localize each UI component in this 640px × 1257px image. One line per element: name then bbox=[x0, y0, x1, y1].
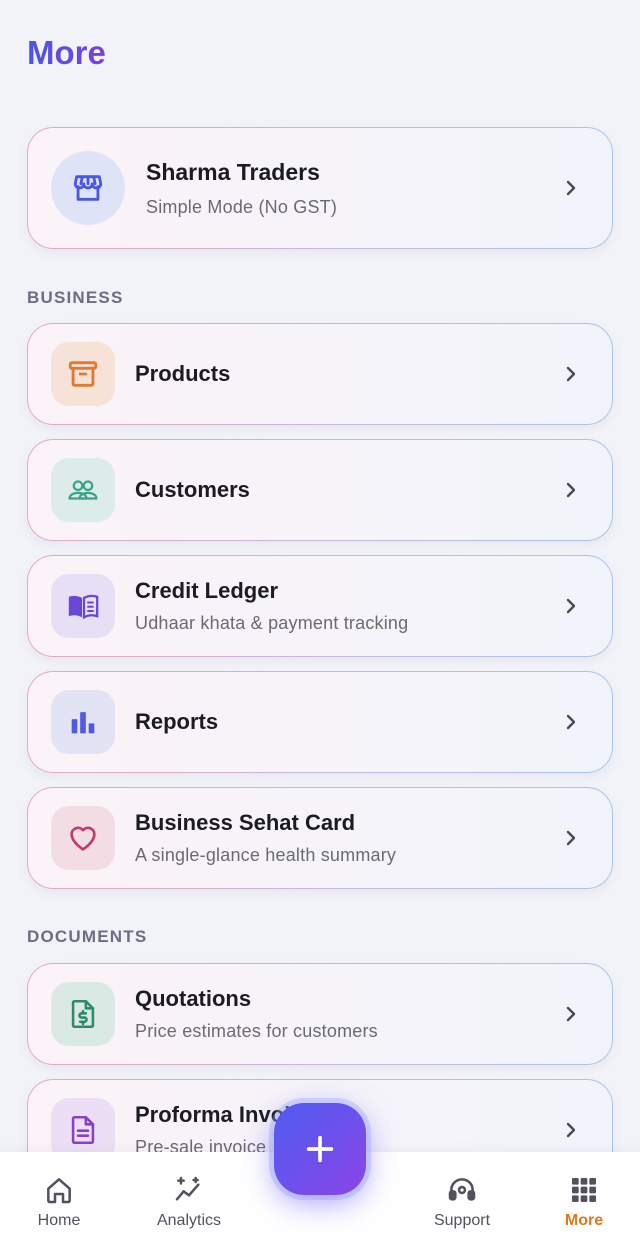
nav-label: Analytics bbox=[156, 1212, 222, 1229]
chevron-right-icon bbox=[566, 482, 576, 498]
business-name: Sharma Traders bbox=[146, 158, 320, 185]
menu-item-products[interactable]: Products bbox=[27, 323, 613, 425]
archive-box-icon bbox=[51, 342, 115, 406]
dollar-document-icon bbox=[51, 982, 115, 1046]
menu-item-subtitle: Udhaar khata & payment tracking bbox=[135, 613, 409, 633]
nav-item-analytics[interactable]: Analytics bbox=[134, 1174, 244, 1230]
business-mode: Simple Mode (No GST) bbox=[146, 196, 338, 217]
add-fab-button[interactable] bbox=[274, 1103, 366, 1195]
menu-item-subtitle: Price estimates for customers bbox=[135, 1021, 378, 1041]
nav-item-support[interactable]: Support bbox=[407, 1174, 517, 1230]
plus-icon bbox=[306, 1135, 334, 1163]
menu-item-label: Business Sehat Card bbox=[135, 810, 356, 835]
chevron-right-icon bbox=[566, 830, 576, 846]
section-label-documents: DOCUMENTS bbox=[27, 927, 148, 946]
home-icon bbox=[47, 1178, 71, 1204]
menu-item-quotations[interactable]: Quotations Price estimates for customers bbox=[27, 963, 613, 1065]
menu-item-label: Products bbox=[135, 361, 231, 386]
nav-item-home[interactable]: Home bbox=[4, 1174, 114, 1230]
section-label-business: BUSINESS bbox=[27, 288, 124, 307]
menu-item-label: Customers bbox=[135, 477, 250, 502]
book-icon bbox=[51, 574, 115, 638]
headset-icon bbox=[448, 1178, 476, 1201]
analytics-sparkle-icon bbox=[175, 1176, 200, 1201]
menu-item-reports[interactable]: Reports bbox=[27, 671, 613, 773]
menu-item-label: Credit Ledger bbox=[135, 578, 279, 603]
store-icon bbox=[51, 151, 125, 225]
menu-item-business-sehat-card[interactable]: Business Sehat Card A single-glance heal… bbox=[27, 787, 613, 889]
menu-item-label: Quotations bbox=[135, 986, 252, 1011]
nav-label: More bbox=[564, 1212, 604, 1229]
menu-item-customers[interactable]: Customers bbox=[27, 439, 613, 541]
menu-item-subtitle: A single-glance health summary bbox=[135, 845, 397, 865]
menu-item-label: Reports bbox=[135, 709, 219, 734]
business-profile-card[interactable]: Sharma Traders Simple Mode (No GST) bbox=[27, 127, 613, 249]
heart-icon bbox=[51, 806, 115, 870]
chevron-right-icon bbox=[566, 1006, 576, 1022]
users-icon bbox=[51, 458, 115, 522]
chevron-right-icon bbox=[566, 714, 576, 730]
chevron-right-icon bbox=[566, 598, 576, 614]
nav-label: Support bbox=[433, 1212, 491, 1229]
chevron-right-icon bbox=[566, 180, 576, 196]
menu-item-credit-ledger[interactable]: Credit Ledger Udhaar khata & payment tra… bbox=[27, 555, 613, 657]
chevron-right-icon bbox=[566, 366, 576, 382]
bar-chart-icon bbox=[51, 690, 115, 754]
grid-icon bbox=[572, 1178, 596, 1202]
chevron-right-icon bbox=[566, 1122, 576, 1138]
page-title: More bbox=[27, 34, 106, 71]
nav-label: Home bbox=[37, 1212, 81, 1229]
nav-item-more[interactable]: More bbox=[529, 1174, 639, 1230]
